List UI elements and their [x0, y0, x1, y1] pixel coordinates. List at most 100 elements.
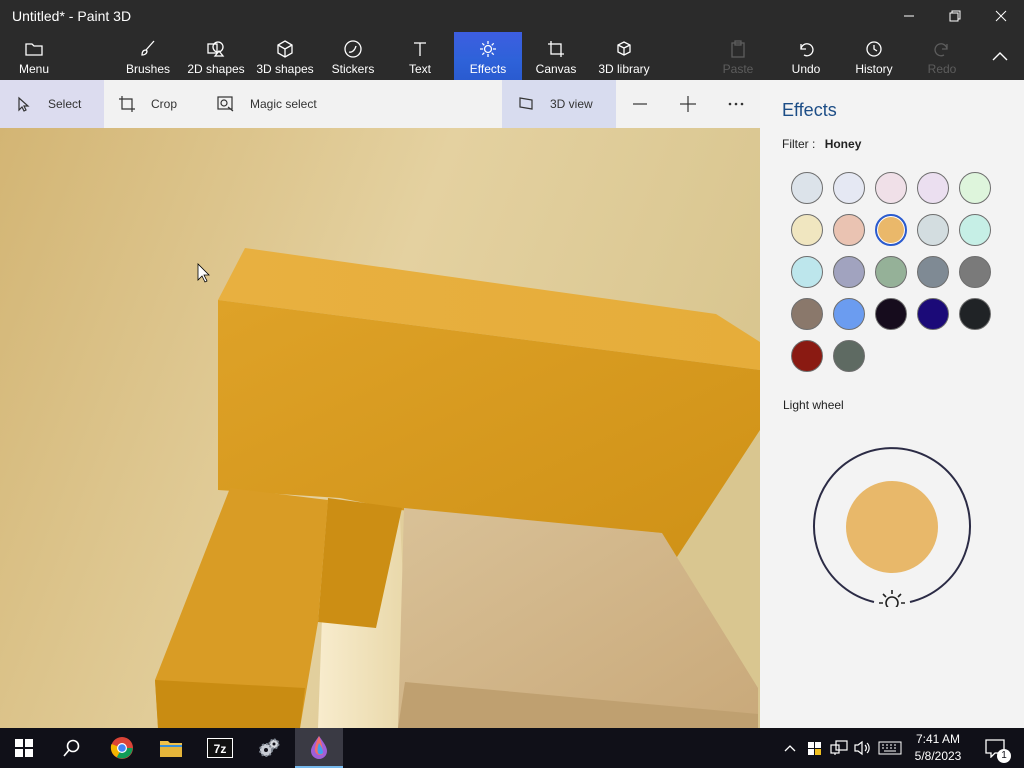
sun-icon	[480, 41, 496, 57]
filter-swatch[interactable]	[959, 172, 991, 204]
network-tray-icon[interactable]	[828, 728, 850, 768]
restore-button[interactable]	[932, 0, 978, 32]
7zip-icon: 7z	[207, 738, 233, 758]
history-icon	[866, 41, 882, 57]
paint3d-taskbar-button[interactable]	[295, 728, 343, 768]
redo-icon	[934, 43, 948, 57]
tab-3d-library[interactable]: 3D library	[592, 32, 656, 80]
notification-badge: 1	[997, 749, 1011, 763]
canvas-icon	[548, 41, 564, 57]
more-icon	[728, 102, 744, 106]
light-wheel[interactable]	[812, 447, 972, 607]
collapse-ribbon-button[interactable]	[980, 32, 1020, 80]
tab-3d-shapes[interactable]: 3D shapes	[254, 32, 316, 80]
filter-swatch[interactable]	[833, 298, 865, 330]
zoom-out-button[interactable]	[626, 80, 654, 128]
magic-select-button[interactable]: Magic select	[216, 80, 336, 128]
filter-swatch[interactable]	[959, 256, 991, 288]
filter-swatch[interactable]	[875, 256, 907, 288]
tab-2d-shapes[interactable]: 2D shapes	[184, 32, 248, 80]
3d-view-button[interactable]: 3D view	[502, 80, 616, 128]
window-title: Untitled* - Paint 3D	[12, 8, 132, 24]
tab-brushes[interactable]: Brushes	[120, 32, 176, 80]
filter-swatch[interactable]	[917, 256, 949, 288]
close-button[interactable]	[978, 0, 1024, 32]
filter-swatch[interactable]	[875, 298, 907, 330]
3d-library-icon	[617, 41, 631, 56]
filter-swatch[interactable]	[959, 214, 991, 246]
filter-swatch[interactable]	[791, 172, 823, 204]
history-label: History	[855, 62, 893, 76]
chrome-taskbar-button[interactable]	[98, 728, 146, 768]
keyboard-tray-icon[interactable]	[876, 728, 904, 768]
filter-swatch[interactable]	[917, 214, 949, 246]
tab-text[interactable]: Text	[396, 32, 444, 80]
clock-time: 7:41 AM	[915, 732, 961, 746]
clock[interactable]: 7:41 AM 5/8/2023	[905, 731, 971, 765]
paste-button[interactable]: Paste	[716, 32, 760, 80]
tab-stickers[interactable]: Stickers	[326, 32, 380, 80]
panel-title: Effects	[782, 100, 837, 120]
sticker-icon	[344, 40, 362, 58]
filter-swatch[interactable]	[791, 298, 823, 330]
3d-scene	[0, 128, 760, 728]
settings-taskbar-button[interactable]	[245, 728, 293, 768]
chevron-up-icon	[992, 52, 1008, 61]
filter-swatch[interactable]	[875, 214, 907, 246]
left-block-bottom	[155, 680, 305, 728]
network-icon	[830, 740, 848, 755]
history-button[interactable]: History	[850, 32, 898, 80]
undo-button[interactable]: Undo	[784, 32, 828, 80]
gears-icon	[259, 738, 280, 757]
crop-button[interactable]: Crop	[118, 80, 204, 128]
tab-effects[interactable]: Effects	[454, 32, 522, 80]
filter-swatch[interactable]	[917, 298, 949, 330]
select-label: Select	[48, 97, 82, 111]
volume-tray-icon[interactable]	[851, 728, 873, 768]
cursor-icon	[18, 96, 30, 112]
menu-label: Menu	[18, 62, 50, 76]
7zip-taskbar-button[interactable]: 7z	[196, 728, 244, 768]
taskbar: 7z 7:41 AM 5/8/2023 1	[0, 728, 1024, 768]
sun-handle-icon[interactable]	[879, 590, 905, 607]
defender-tray-icon[interactable]	[804, 728, 826, 768]
undo-label: Undo	[791, 62, 821, 76]
filter-swatch[interactable]	[917, 172, 949, 204]
filter-swatch[interactable]	[875, 172, 907, 204]
windows-flag-icon	[808, 742, 821, 755]
effects-panel: Effects Filter : Honey Light wheel	[760, 80, 1024, 728]
action-center-button[interactable]: 1	[978, 728, 1012, 768]
drawing-canvas[interactable]	[0, 128, 760, 728]
2d-shapes-icon	[207, 41, 225, 57]
filter-swatch[interactable]	[959, 298, 991, 330]
tab-canvas[interactable]: Canvas	[530, 32, 582, 80]
zoom-in-button[interactable]	[674, 80, 702, 128]
paint3d-icon	[311, 736, 327, 759]
brush-icon	[141, 40, 155, 56]
menu-button[interactable]: Menu	[8, 32, 60, 80]
text-icon	[414, 42, 426, 56]
filter-swatch[interactable]	[791, 256, 823, 288]
filter-swatch[interactable]	[791, 214, 823, 246]
show-hidden-icons-button[interactable]	[780, 728, 800, 768]
select-button[interactable]: Select	[0, 80, 104, 128]
search-button[interactable]	[48, 728, 96, 768]
crop-label: Crop	[151, 97, 178, 111]
filter-swatch[interactable]	[833, 172, 865, 204]
redo-button[interactable]: Redo	[920, 32, 964, 80]
filter-swatch[interactable]	[833, 340, 865, 372]
clock-date: 5/8/2023	[914, 749, 962, 763]
magic-select-label: Magic select	[250, 97, 317, 111]
plus-icon	[680, 96, 696, 112]
filter-swatch[interactable]	[833, 256, 865, 288]
start-button[interactable]	[0, 728, 48, 768]
minimize-button[interactable]	[886, 0, 932, 32]
filter-swatch[interactable]	[791, 340, 823, 372]
ribbon: Menu Brushes 2D shapes 3D shapes Sticker…	[0, 32, 1024, 80]
filter-swatch[interactable]	[833, 214, 865, 246]
more-options-button[interactable]	[722, 80, 750, 128]
svg-text:7z: 7z	[214, 742, 227, 756]
chevron-up-icon	[784, 745, 796, 752]
file-explorer-taskbar-button[interactable]	[147, 728, 195, 768]
light-color-circle	[846, 481, 938, 573]
